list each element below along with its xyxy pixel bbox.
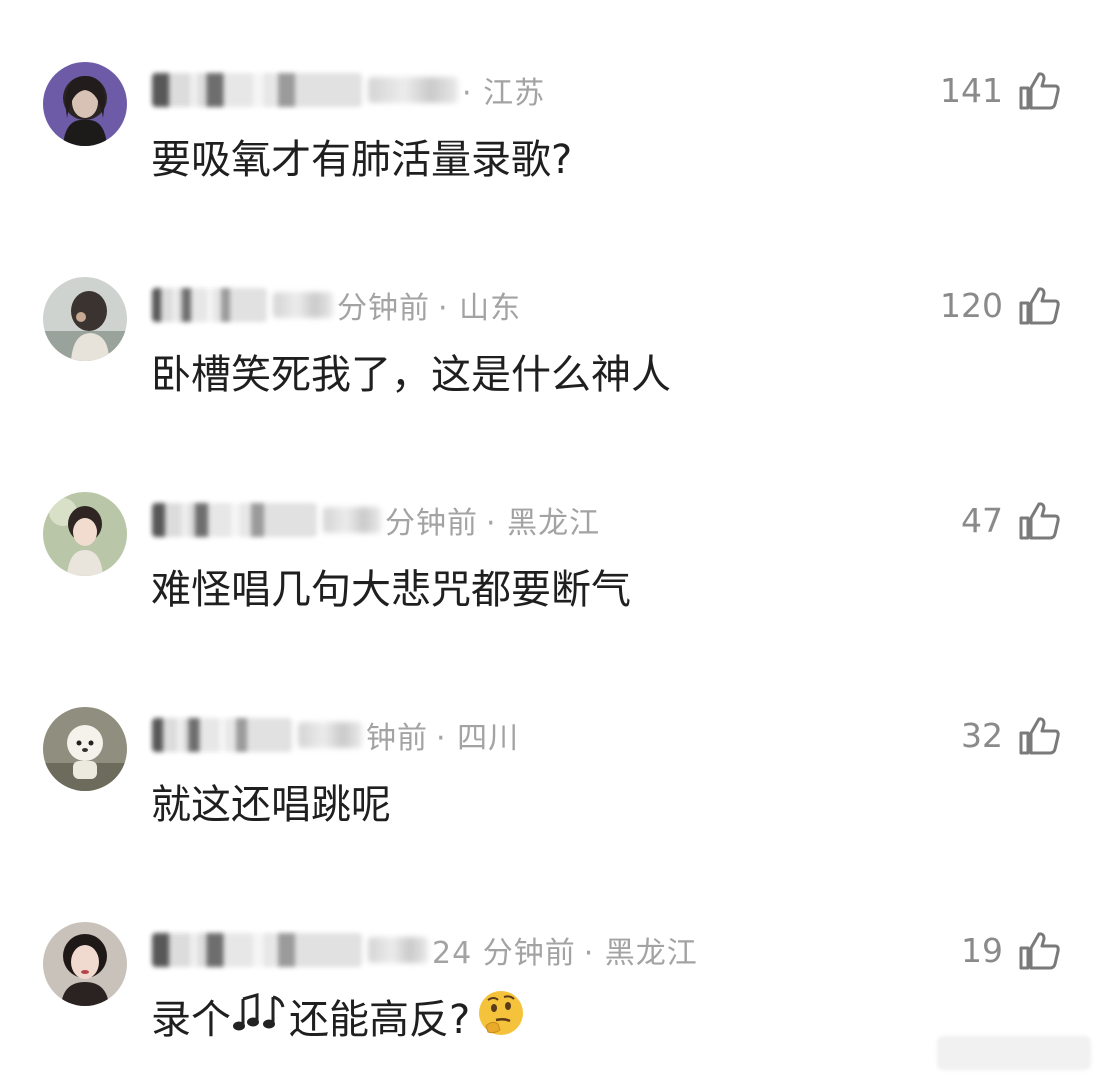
comment-text: 就这还唱跳呢 [151,782,391,828]
like-button[interactable]: 141 [940,64,1061,116]
comment-meta: 钟前 · 四川 [152,715,520,756]
comment-meta: 分钟前 · 山东 [152,285,522,326]
comment-text-part: 录个 [151,997,231,1043]
time-ago: 分钟前 [385,506,478,541]
comment-item: 分钟前 · 山东 120 卧槽笑死我了，这是什么神人 [0,215,1103,415]
thumbs-up-icon [1019,72,1060,110]
time-blurred [298,722,362,748]
time-blurred [368,77,458,103]
location: · 四川 [436,721,520,756]
like-button[interactable]: 120 [940,279,1061,331]
username-blurred[interactable] [152,503,317,537]
username-blurred[interactable] [152,933,362,967]
comment-meta: 24 分钟前 · 黑龙江 [152,930,698,971]
back-view-girl-avatar [43,277,127,361]
comment-meta: 分钟前 · 黑龙江 [152,500,601,541]
like-button[interactable]: 19 [961,924,1061,976]
comment-text: 难怪唱几句大悲咒都要断气 [151,567,631,613]
like-button[interactable]: 32 [961,709,1061,761]
illustrated-girl-avatar [43,492,127,576]
music-notes-icon [233,991,287,1049]
time-blurred [273,292,333,318]
avatar[interactable] [43,492,127,576]
thumbs-up-icon [1019,287,1060,325]
comment-text: 要吸氧才有肺活量录歌? [151,137,573,183]
thumbs-up-icon [1019,717,1060,755]
comment-item: · 江苏 141 要吸氧才有肺活量录歌? [0,0,1103,200]
like-count: 19 [961,930,1003,970]
white-dog-plush-avatar [43,707,127,791]
comment-text: 录个 还能高反? [151,991,526,1049]
like-button[interactable]: 47 [961,494,1061,546]
woman-portrait-avatar [43,922,127,1006]
dark-hair-girl-avatar [43,62,127,146]
like-count: 120 [940,285,1003,325]
location: · 山东 [438,291,522,326]
time-ago: 分钟前 [337,291,430,326]
time-ago: 24 分钟前 [432,936,576,971]
location: · 黑龙江 [486,506,601,541]
like-count: 141 [940,70,1003,110]
avatar[interactable] [43,922,127,1006]
thumbs-up-icon [1019,932,1060,970]
comment-meta: · 江苏 [152,70,546,111]
like-count: 32 [961,715,1003,755]
time-blurred [368,937,428,963]
username-blurred[interactable] [152,718,292,752]
avatar[interactable] [43,62,127,146]
location: · 江苏 [462,76,546,111]
watermark-blurred [937,1036,1091,1070]
avatar[interactable] [43,277,127,361]
time-blurred [323,507,381,533]
comment-item: 24 分钟前 · 黑龙江 19 录个 还能高反? [0,860,1103,1060]
thumbs-up-icon [1019,502,1060,540]
comment-item: 钟前 · 四川 32 就这还唱跳呢 [0,645,1103,845]
like-count: 47 [961,500,1003,540]
comment-item: 分钟前 · 黑龙江 47 难怪唱几句大悲咒都要断气 [0,430,1103,630]
comment-text-part: 还能高反? [289,997,471,1043]
time-ago: 钟前 [366,721,428,756]
location: · 黑龙江 [583,936,698,971]
thinking-face-icon [476,988,526,1052]
avatar[interactable] [43,707,127,791]
username-blurred[interactable] [152,73,362,107]
comment-text: 卧槽笑死我了，这是什么神人 [151,352,671,398]
username-blurred[interactable] [152,288,267,322]
